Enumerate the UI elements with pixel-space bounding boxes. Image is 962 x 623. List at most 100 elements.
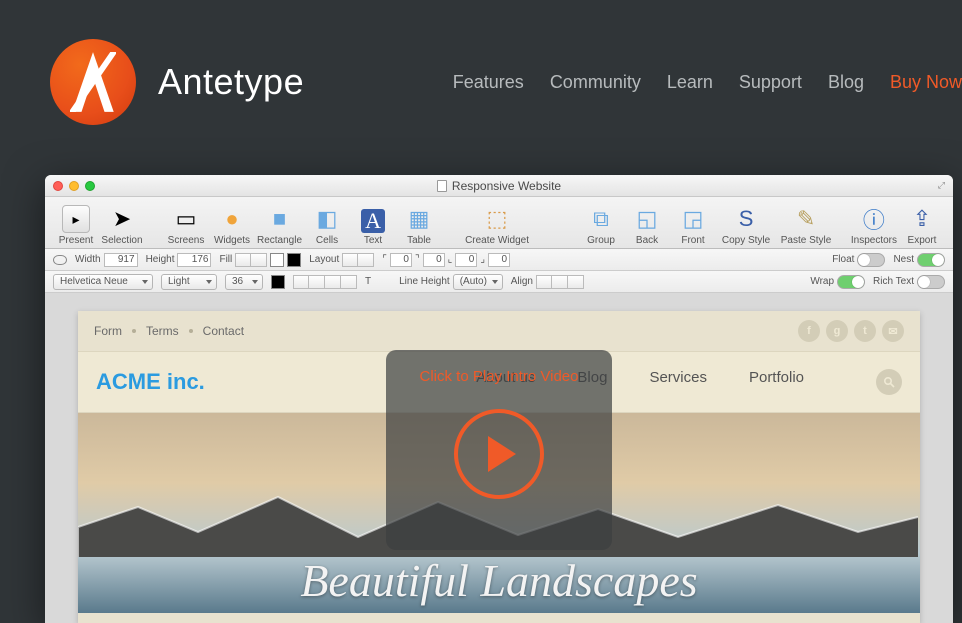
site-header: Antetype Features Community Learn Suppor…	[0, 0, 962, 140]
main-toolbar: ▸ Present ➤ Selection ▭ Screens ● Widget…	[45, 197, 953, 249]
text-style-segmented[interactable]	[293, 275, 357, 289]
cells-icon: ◧	[313, 205, 341, 233]
fill-label: Fill	[219, 254, 232, 265]
crumb-terms[interactable]: Terms	[146, 324, 179, 338]
table-button[interactable]: ▦ Table	[398, 205, 440, 246]
export-icon: ⇪	[908, 205, 936, 233]
nav-features[interactable]: Features	[453, 72, 524, 93]
line-height-label: Line Height	[399, 276, 450, 287]
titlebar: Responsive Website ⤢	[45, 175, 953, 197]
nest-label: Nest	[893, 254, 914, 265]
height-input[interactable]: 176	[177, 253, 211, 267]
text-icon: A	[361, 209, 385, 233]
nav-community[interactable]: Community	[550, 72, 641, 93]
window-title-text: Responsive Website	[452, 179, 561, 193]
mock-brand[interactable]: ACME inc.	[96, 369, 205, 395]
crumb-contact[interactable]: Contact	[203, 324, 244, 338]
widgets-icon: ●	[218, 205, 246, 233]
hero-text: Beautiful Landscapes	[78, 554, 920, 607]
visibility-icon[interactable]	[53, 255, 67, 265]
rectangle-icon: ■	[266, 205, 294, 233]
create-widget-icon: ⬚	[483, 205, 511, 233]
nav-learn[interactable]: Learn	[667, 72, 713, 93]
wrap-label: Wrap	[810, 276, 834, 287]
present-button[interactable]: ▸ Present	[55, 205, 97, 246]
float-toggle[interactable]	[857, 253, 885, 267]
document-icon	[437, 180, 447, 192]
line-height-select[interactable]: (Auto)	[453, 274, 503, 290]
font-weight-select[interactable]: Light	[161, 274, 217, 290]
width-input[interactable]: 917	[104, 253, 138, 267]
cursor-icon: ➤	[108, 205, 136, 233]
screens-icon: ▭	[172, 205, 200, 233]
play-button[interactable]	[454, 409, 544, 499]
facebook-icon[interactable]: f	[798, 320, 820, 342]
rich-text-label: Rich Text	[873, 276, 914, 287]
copy-style-icon: S	[732, 205, 760, 233]
info-icon: ⓘ	[860, 205, 888, 233]
video-overlay[interactable]: Click to Play Intro Video	[386, 350, 612, 550]
align-segmented[interactable]	[536, 275, 584, 289]
bring-front-icon: ◲	[679, 205, 707, 233]
group-button[interactable]: ⧉ Group	[580, 205, 622, 246]
nav-blog[interactable]: Blog	[828, 72, 864, 93]
mock-breadcrumbs: Form Terms Contact f g t ✉	[78, 311, 920, 351]
crumb-form[interactable]: Form	[94, 324, 122, 338]
align-label: Align	[511, 276, 533, 287]
twitter-icon[interactable]: t	[854, 320, 876, 342]
back-button[interactable]: ◱ Back	[626, 205, 668, 246]
fill-mode-segmented[interactable]	[235, 253, 267, 267]
mock-nav-services[interactable]: Services	[649, 369, 707, 395]
search-icon[interactable]	[876, 369, 902, 395]
google-icon[interactable]: g	[826, 320, 848, 342]
export-button[interactable]: ⇪ Export	[901, 205, 943, 246]
copy-style-button[interactable]: S Copy Style	[718, 205, 774, 246]
screens-button[interactable]: ▭ Screens	[165, 205, 207, 246]
play-icon: ▸	[62, 205, 90, 233]
table-icon: ▦	[405, 205, 433, 233]
brand-name: Antetype	[158, 61, 304, 103]
send-back-icon: ◱	[633, 205, 661, 233]
nav-buy-now[interactable]: Buy Now	[890, 72, 962, 93]
front-button[interactable]: ◲ Front	[672, 205, 714, 246]
nav-support[interactable]: Support	[739, 72, 802, 93]
height-label: Height	[146, 254, 175, 265]
paste-style-button[interactable]: ✎ Paste Style	[778, 205, 834, 246]
text-button[interactable]: A Text	[352, 209, 394, 246]
font-size-select[interactable]: 36	[225, 274, 263, 290]
create-widget-button[interactable]: ⬚ Create Widget	[462, 205, 532, 246]
layout-label: Layout	[309, 254, 339, 265]
rich-text-toggle[interactable]	[917, 275, 945, 289]
text-bar: Helvetica Neue Light 36 T Line Height (A…	[45, 271, 953, 293]
pad-bottom-input[interactable]: 0	[455, 253, 477, 267]
top-nav: Features Community Learn Support Blog Bu…	[453, 72, 962, 93]
wrap-toggle[interactable]	[837, 275, 865, 289]
group-icon: ⧉	[587, 205, 615, 233]
width-label: Width	[75, 254, 101, 265]
float-label: Float	[832, 254, 854, 265]
fill-swatch-2[interactable]	[287, 253, 301, 267]
mock-nav-portfolio[interactable]: Portfolio	[749, 369, 804, 395]
overlay-caption: Click to Play Intro Video	[420, 368, 579, 385]
nest-toggle[interactable]	[917, 253, 945, 267]
cells-button[interactable]: ◧ Cells	[306, 205, 348, 246]
window-title: Responsive Website	[45, 179, 953, 193]
text-tool-icon[interactable]: T	[365, 276, 371, 287]
mail-icon[interactable]: ✉	[882, 320, 904, 342]
padding-controls: ⌜0 ⌝0 ⌞0 ⌟0	[382, 253, 510, 267]
fill-swatch-1[interactable]	[270, 253, 284, 267]
pad-right-input[interactable]: 0	[423, 253, 445, 267]
geometry-bar: Width 917 Height 176 Fill Layout ⌜0 ⌝0 ⌞…	[45, 249, 953, 271]
pad-left-input[interactable]: 0	[488, 253, 510, 267]
text-color-swatch[interactable]	[271, 275, 285, 289]
selection-button[interactable]: ➤ Selection	[101, 205, 143, 246]
layout-segmented[interactable]	[342, 253, 374, 267]
paste-style-icon: ✎	[792, 205, 820, 233]
inspectors-button[interactable]: ⓘ Inspectors	[851, 205, 897, 246]
brand-logo[interactable]	[50, 39, 136, 125]
antetype-a-icon	[70, 52, 116, 112]
pad-top-input[interactable]: 0	[390, 253, 412, 267]
font-family-select[interactable]: Helvetica Neue	[53, 274, 153, 290]
rectangle-button[interactable]: ■ Rectangle	[257, 205, 302, 246]
widgets-button[interactable]: ● Widgets	[211, 205, 253, 246]
